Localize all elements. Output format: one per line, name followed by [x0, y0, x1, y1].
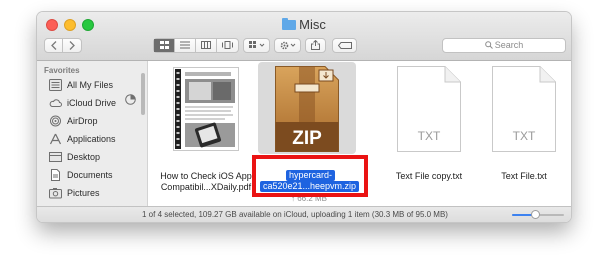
txt-document-icon: TXT	[492, 66, 556, 152]
sidebar-item-documents[interactable]: Documents	[49, 168, 145, 182]
file-item-pdf[interactable]: How to Check iOS App Compatibil...XDaily…	[154, 61, 258, 206]
file-item-txt-copy[interactable]: TXT Text File copy.txt	[377, 61, 481, 206]
search-placeholder: Search	[494, 40, 524, 50]
sidebar: Favorites All My Files iCloud Drive AirD…	[37, 61, 148, 206]
pictures-icon	[49, 188, 62, 199]
search-input[interactable]: Search	[442, 38, 566, 53]
chevron-left-icon	[50, 41, 56, 50]
sidebar-scrollbar[interactable]	[141, 73, 145, 115]
file-name-line1: How to Check iOS App	[160, 171, 252, 181]
sidebar-item-desktop[interactable]: Desktop	[49, 150, 145, 164]
sidebar-heading: Favorites	[44, 66, 80, 75]
zip-badge: ZIP	[292, 128, 322, 149]
arrange-icon	[248, 41, 264, 48]
arrange-button[interactable]	[243, 38, 270, 53]
action-button[interactable]	[274, 38, 301, 53]
folder-icon	[282, 18, 297, 30]
airdrop-icon	[50, 115, 61, 127]
search-icon	[484, 41, 493, 49]
back-forward-control	[44, 38, 82, 53]
upload-progress-icon	[125, 94, 136, 105]
sidebar-item-applications[interactable]: Applications	[49, 132, 145, 146]
view-mode-control	[153, 38, 239, 53]
list-view-button[interactable]	[175, 39, 196, 52]
chevron-right-icon	[69, 41, 75, 50]
sidebar-item-label: AirDrop	[67, 116, 98, 126]
share-button[interactable]	[305, 38, 326, 53]
sidebar-item-label: Pictures	[67, 188, 100, 198]
txt-badge: TXT	[513, 129, 536, 143]
sidebar-item-label: iCloud Drive	[67, 98, 117, 108]
list-icon	[180, 41, 190, 49]
icon-size-slider[interactable]	[512, 210, 564, 219]
sidebar-item-label: Applications	[67, 134, 116, 144]
sidebar-item-label: All My Files	[67, 80, 114, 90]
pdf-thumbnail-icon	[173, 67, 239, 151]
status-bar: 1 of 4 selected, 109.27 GB available on …	[37, 206, 571, 222]
sidebar-item-pictures[interactable]: Pictures	[49, 186, 145, 200]
sidebar-item-label: Documents	[67, 170, 113, 180]
gear-icon	[280, 41, 295, 50]
file-item-txt[interactable]: TXT Text File.txt	[472, 61, 571, 206]
cover-flow-button[interactable]	[217, 39, 238, 52]
icon-view-button[interactable]	[154, 39, 175, 52]
desktop-icon	[49, 152, 62, 162]
highlight-box	[252, 155, 368, 197]
slider-knob[interactable]	[531, 210, 541, 219]
back-button[interactable]	[45, 39, 63, 52]
zip-archive-icon: ZIP	[275, 66, 339, 152]
sidebar-item-airdrop[interactable]: AirDrop	[49, 114, 145, 128]
grid-icon	[159, 41, 169, 49]
txt-document-icon: TXT	[397, 66, 461, 152]
window-title-text: Misc	[299, 17, 326, 32]
documents-icon	[51, 169, 60, 181]
status-text: 1 of 4 selected, 109.27 GB available on …	[142, 210, 448, 219]
sidebar-item-label: Desktop	[67, 152, 101, 162]
column-view-button[interactable]	[196, 39, 217, 52]
txt-badge: TXT	[418, 129, 441, 143]
tag-icon	[337, 42, 352, 49]
all-files-icon	[49, 79, 62, 91]
columns-icon	[201, 41, 211, 49]
cloud-icon	[49, 99, 62, 107]
window-title: Misc	[37, 17, 571, 32]
cover-flow-icon	[222, 41, 233, 49]
forward-button[interactable]	[63, 39, 81, 52]
file-name: Text File.txt	[501, 171, 547, 181]
sidebar-item-all-my-files[interactable]: All My Files	[49, 78, 145, 92]
applications-icon	[49, 133, 62, 145]
toolbar: Misc Search	[37, 12, 571, 61]
tags-button[interactable]	[332, 38, 357, 53]
file-name-line2: Compatibil...XDaily.pdf	[160, 182, 252, 192]
share-icon	[311, 40, 320, 50]
